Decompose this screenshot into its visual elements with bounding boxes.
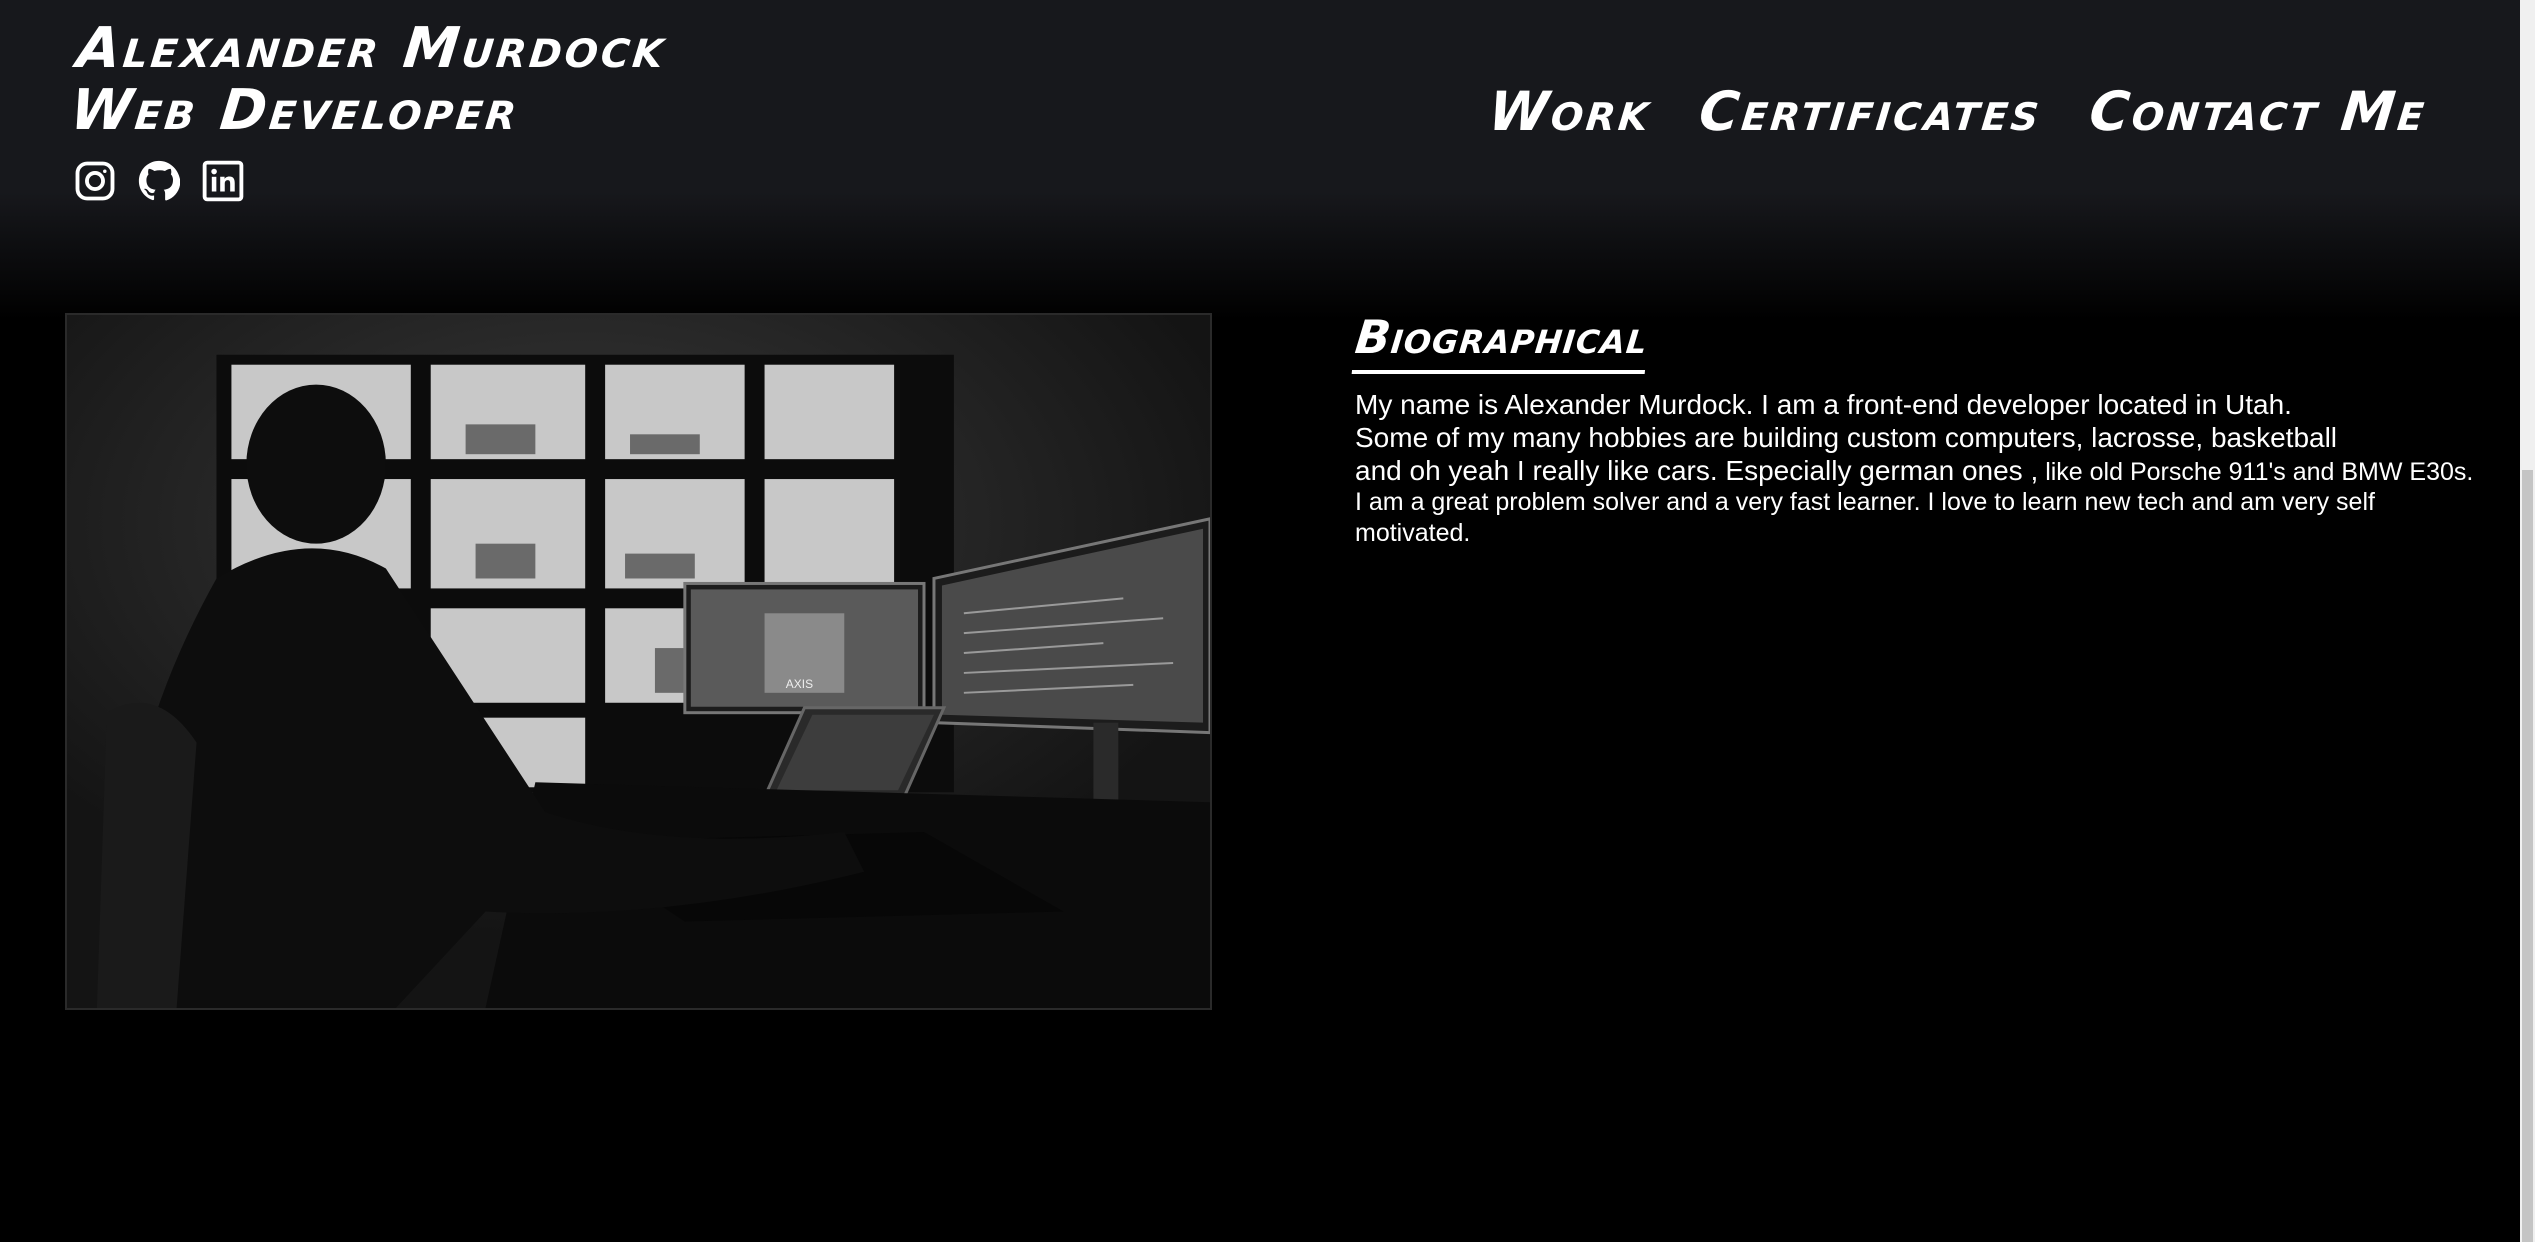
github-icon — [138, 160, 180, 201]
developer-photo: AXIS — [65, 313, 1212, 1010]
nav-certificates-link[interactable]: Certificates — [1696, 80, 2045, 143]
main-nav: Work Certificates Contact Me — [1486, 80, 2431, 143]
github-link[interactable] — [138, 160, 180, 202]
linkedin-icon — [202, 160, 244, 202]
social-links — [74, 160, 244, 202]
nav-work-link[interactable]: Work — [1486, 80, 1655, 143]
monitor-caption: AXIS — [786, 677, 813, 691]
bio-line-2: Some of my many hobbies are building cus… — [1355, 422, 2338, 453]
bio-heading: Biographical — [1351, 310, 1651, 374]
bio-line-3: and oh yeah I really like cars. Especial… — [1355, 454, 2515, 487]
linkedin-link[interactable] — [202, 160, 244, 202]
developer-photo-illustration: AXIS — [67, 315, 1210, 1008]
bio-line-3b: like old Porsche 911's and BMW E30s. — [2038, 458, 2474, 486]
instagram-icon — [75, 161, 115, 201]
bio-line-4: I am a great problem solver and a very f… — [1355, 488, 2375, 516]
bio-section: Biographical My name is Alexander Murdoc… — [1351, 310, 2515, 549]
bio-line-1: My name is Alexander Murdock. I am a fro… — [1355, 389, 2292, 420]
site-name[interactable]: Alexander Murdock — [74, 16, 670, 81]
bio-line-3a: and oh yeah I really like cars. Especial… — [1355, 455, 2039, 486]
scrollbar-thumb[interactable] — [2522, 470, 2533, 1242]
nav-contact-link[interactable]: Contact Me — [2086, 80, 2430, 143]
bio-line-5: motivated. — [1355, 519, 1471, 547]
instagram-link[interactable] — [74, 160, 116, 202]
vertical-scrollbar[interactable] — [2520, 0, 2535, 1242]
brand-block: Alexander Murdock Web Developer — [67, 16, 670, 143]
site-role: Web Developer — [67, 78, 523, 143]
